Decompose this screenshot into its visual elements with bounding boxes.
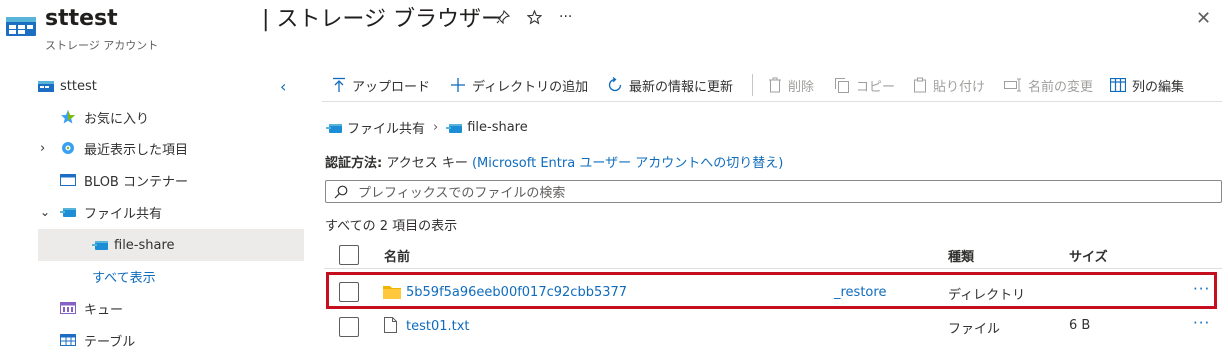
row-name-suffix[interactable]: _restore [834,285,886,300]
copy-icon [834,77,850,93]
breadcrumb: ファイル共有 › file-share [326,118,528,137]
add-directory-button[interactable]: ディレクトリの追加 [450,74,588,96]
star-icon[interactable] [526,9,543,31]
refresh-icon [607,77,623,93]
sidebar-item-blob-containers[interactable]: BLOB コンテナー [38,164,304,196]
row-more-icon[interactable]: ··· [1193,280,1210,298]
refresh-button[interactable]: 最新の情報に更新 [607,74,733,96]
rename-icon [1004,78,1022,92]
chevron-down-icon[interactable]: ⌄ [40,205,50,219]
sidebar-item-label: 最近表示した項目 [84,142,189,158]
sidebar-item-label: BLOB コンテナー [84,174,188,190]
sidebar-item-sttest[interactable]: sttest [38,70,304,102]
upload-label: アップロード [352,79,431,95]
sidebar-item-label: ファイル共有 [84,206,163,222]
more-options-icon[interactable]: ··· [559,7,572,27]
close-icon[interactable]: ✕ [1196,8,1211,29]
column-header-type[interactable]: 種類 [948,246,974,265]
plus-icon [450,77,466,93]
toolbar-divider [752,74,753,96]
paste-label: 貼り付け [933,79,986,95]
copy-button[interactable]: コピー [834,74,895,96]
row-more-icon[interactable]: ··· [1193,314,1210,332]
add-directory-label: ディレクトリの追加 [472,79,589,95]
sidebar-item-queues[interactable]: キュー [38,292,304,324]
file-icon [384,317,397,333]
recent-gear-icon [60,140,76,156]
search-input[interactable]: プレフィックスでのファイルの検索 [325,180,1222,203]
refresh-label: 最新の情報に更新 [629,79,734,95]
search-icon [334,185,348,199]
select-all-checkbox[interactable] [339,245,359,265]
auth-value: アクセス キー [386,156,468,171]
breadcrumb-separator-icon: › [433,120,439,135]
storage-account-icon [6,14,36,38]
rename-button[interactable]: 名前の変更 [1004,74,1093,96]
row-name-link[interactable]: 5b59f5a96eeb00f017c92cbb5377 [406,285,627,300]
sidebar-item-favorites[interactable]: お気に入り [38,101,304,133]
sidebar-item-label: お気に入り [84,111,150,127]
file-share-icon [326,121,342,135]
blade-title: | ストレージ ブラウザー [262,7,503,32]
table-row[interactable]: test01.txt ファイル 6 B ··· [324,312,1222,342]
edit-columns-button[interactable]: 列の編集 [1110,74,1184,96]
row-type: ファイル [948,322,1001,337]
folder-icon [383,284,401,299]
blob-container-icon [60,173,76,187]
delete-button[interactable]: 削除 [768,74,814,96]
file-share-icon [92,238,108,252]
sidebar-show-all-link[interactable]: すべて表示 [38,260,304,292]
rename-label: 名前の変更 [1028,79,1094,95]
row-name-link[interactable]: test01.txt [406,319,470,334]
search-placeholder: プレフィックスでのファイルの検索 [358,186,566,201]
toolbar-bottom-border [322,101,1222,102]
column-header-size[interactable]: サイズ [1069,246,1108,265]
sidebar-item-label: sttest [60,78,97,94]
breadcrumb-current[interactable]: file-share [467,120,528,135]
copy-label: コピー [856,79,896,95]
sidebar-item-tables[interactable]: テーブル [38,324,304,356]
upload-button[interactable]: アップロード [332,74,430,96]
columns-icon [1110,78,1126,92]
sidebar-item-label: テーブル [84,334,136,350]
breadcrumb-root[interactable]: ファイル共有 [347,118,425,137]
file-share-icon [60,205,76,219]
row-checkbox[interactable] [339,282,359,302]
storage-account-icon [38,80,54,93]
item-count: すべての 2 項目の表示 [325,219,458,234]
queue-icon [60,301,76,315]
auth-label: 認証方法: [325,156,383,171]
collapse-sidebar-icon[interactable]: ‹ [280,77,286,96]
table-row[interactable]: 5b59f5a96eeb00f017c92cbb5377 _restore ディ… [324,272,1222,312]
column-header-name[interactable]: 名前 [384,246,410,265]
edit-columns-label: 列の編集 [1132,79,1185,95]
auth-method: 認証方法: アクセス キー (Microsoft Entra ユーザー アカウン… [325,152,783,171]
sidebar-item-file-share[interactable]: file-share [38,229,304,261]
trash-icon [768,77,782,93]
chevron-right-icon[interactable]: › [40,141,45,156]
table-icon [60,333,76,347]
paste-icon [913,77,927,93]
sidebar-item-label: キュー [84,302,124,318]
row-size: 6 B [1069,318,1091,333]
row-type: ディレクトリ [948,288,1026,303]
resource-type: ストレージ アカウント [45,39,159,52]
favorites-star-icon [60,109,76,125]
pin-icon[interactable] [495,9,511,30]
upload-icon [332,77,346,93]
delete-label: 削除 [788,79,815,95]
paste-button[interactable]: 貼り付け [913,74,985,96]
switch-auth-link[interactable]: (Microsoft Entra ユーザー アカウントへの切り替え) [472,156,783,171]
header-divider [324,268,1222,269]
resource-name: sttest [45,6,118,31]
sidebar-item-file-shares[interactable]: ⌄ ファイル共有 [38,196,304,228]
row-checkbox[interactable] [339,317,359,337]
sidebar-item-recent[interactable]: › 最近表示した項目 [38,132,304,164]
sidebar-item-label: file-share [114,237,175,253]
file-share-icon [446,121,463,135]
show-all-link-label[interactable]: すべて表示 [92,267,156,286]
